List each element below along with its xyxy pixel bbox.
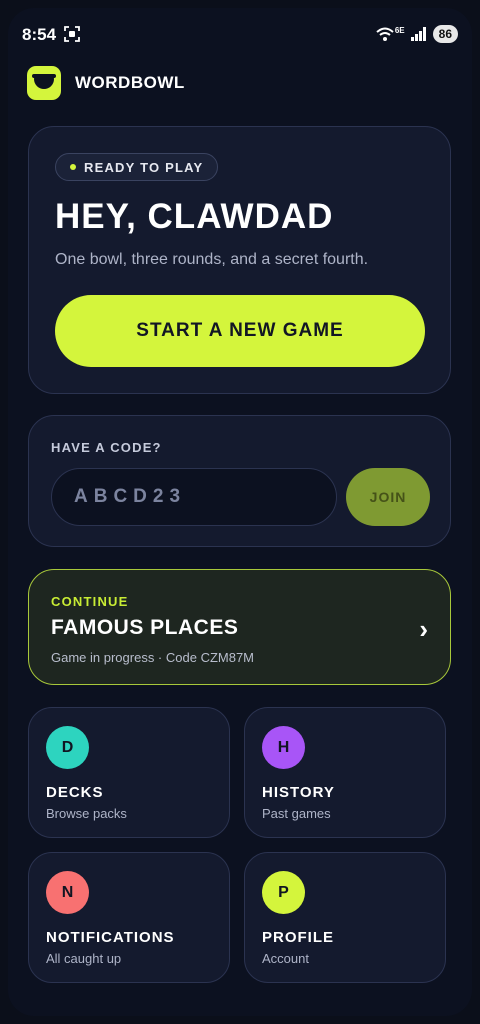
tile-notifications[interactable]: N NOTIFICATIONS All caught up [28,852,230,983]
decks-icon: D [46,726,89,769]
wifi-icon [376,27,394,41]
history-icon: H [262,726,305,769]
app-header: WORDBOWL [27,66,185,100]
network-type: 6E [394,25,405,35]
tile-title: HISTORY [262,784,335,801]
greeting-title: HEY, CLAWDAD [55,197,334,236]
status-icons: 6E 86 [375,24,458,44]
profile-icon: P [262,871,305,914]
game-code-input[interactable] [51,468,337,526]
bowl-logo-icon [27,66,61,100]
join-button[interactable]: JOIN [346,468,430,526]
greeting-subtitle: One bowl, three rounds, and a secret fou… [55,251,369,268]
notifications-icon: N [46,871,89,914]
tile-subtitle: Browse packs [46,806,127,821]
screenshot-icon [64,26,80,42]
status-dot-icon [70,164,76,170]
signal-icon [410,27,426,41]
tile-title: DECKS [46,784,104,801]
tile-title: PROFILE [262,929,335,946]
join-code-card: HAVE A CODE? JOIN [28,415,451,547]
start-new-game-button[interactable]: START A NEW GAME [55,295,425,367]
hero-card: READY TO PLAY HEY, CLAWDAD One bowl, thr… [28,126,451,394]
join-code-label: HAVE A CODE? [51,440,162,455]
tile-decks[interactable]: D DECKS Browse packs [28,707,230,838]
battery-indicator: 86 [432,25,458,43]
tile-history[interactable]: H HISTORY Past games [244,707,446,838]
app-title: WORDBOWL [75,73,185,92]
tile-subtitle: Past games [262,806,331,821]
status-bar: 8:54 6E 86 [8,8,472,60]
tile-title: NOTIFICATIONS [46,929,175,946]
tile-subtitle: All caught up [46,951,122,966]
status-time: 8:54 [22,25,57,44]
tile-subtitle: Account [262,951,309,966]
continue-label: CONTINUE [51,594,129,609]
continue-game-card[interactable]: CONTINUE FAMOUS PLACES Game in progress … [28,569,451,685]
app-screen: 8:54 6E 86 WORDBOWL READY TO PLAY HEY, C… [8,8,472,1016]
status-badge-label: READY TO PLAY [84,159,204,175]
continue-game-meta: Game in progress · Code CZM87M [51,650,255,665]
tile-profile[interactable]: P PROFILE Account [244,852,446,983]
chevron-right-icon: › [419,614,428,644]
status-badge: READY TO PLAY [55,153,219,181]
continue-game-title: FAMOUS PLACES [51,616,239,639]
